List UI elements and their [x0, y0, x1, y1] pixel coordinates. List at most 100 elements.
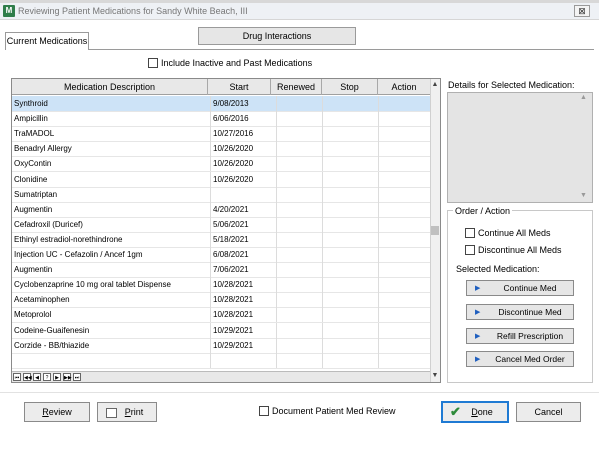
review-button[interactable]: Review: [24, 402, 90, 422]
cell-renewed: [271, 352, 323, 368]
done-button[interactable]: ✔ Done: [441, 401, 509, 423]
document-review-checkbox[interactable]: [259, 406, 269, 416]
cell-renewed: [271, 126, 323, 142]
discontinue-med-button[interactable]: ▶ Discontinue Med: [466, 304, 574, 320]
details-textbox[interactable]: [447, 92, 593, 203]
column-header-start[interactable]: Start: [208, 79, 271, 95]
table-row[interactable]: Corzide - BB/thiazide 10/29/2021: [12, 337, 430, 354]
cell-stop: [322, 322, 379, 338]
tab-current-medications[interactable]: Current Medications: [5, 32, 89, 50]
cell-start: 4/20/2021: [208, 201, 277, 217]
checkmark-icon: ✔: [450, 404, 461, 419]
details-label: Details for Selected Medication:: [448, 80, 575, 90]
cell-stop: [322, 111, 379, 127]
column-header-description[interactable]: Medication Description: [12, 79, 208, 95]
table-row[interactable]: Synthroid 9/08/2013: [12, 96, 430, 112]
cancel-button[interactable]: Cancel: [516, 402, 581, 422]
cell-start: 10/26/2020: [208, 141, 277, 157]
cell-renewed: [271, 186, 323, 202]
table-row[interactable]: Codeine-Guaifenesin 10/29/2021: [12, 322, 430, 339]
discontinue-med-label: Discontinue Med: [498, 307, 562, 317]
column-header-renewed[interactable]: Renewed: [271, 79, 322, 95]
table-row[interactable]: Cefadroxil (Duricef) 5/06/2021: [12, 216, 430, 233]
table-row[interactable]: Clonidine 10/26/2020: [12, 171, 430, 188]
play-icon: ▶: [475, 285, 481, 292]
cell-start: 6/08/2021: [208, 247, 277, 262]
cell-action: [378, 232, 430, 247]
table-row[interactable]: TraMADOL 10/27/2016: [12, 126, 430, 143]
cell-action: [378, 307, 430, 322]
table-row[interactable]: Sumatriptan: [12, 186, 430, 203]
continue-all-label: Continue All Meds: [478, 228, 551, 238]
next-page-icon[interactable]: ▶▶: [63, 373, 72, 381]
table-row[interactable]: Augmentin 4/20/2021: [12, 201, 430, 218]
next-record-icon[interactable]: ▶: [53, 373, 61, 381]
cell-stop: [322, 171, 379, 187]
prev-record-icon[interactable]: ◀: [33, 373, 41, 381]
grid-rows: Synthroid 9/08/2013 Ampicillin 6/06/2016 Tra…: [12, 96, 430, 370]
continue-med-label: Continue Med: [503, 283, 557, 293]
table-row[interactable]: Benadryl Allergy 10/26/2020: [12, 141, 430, 158]
details-scroll-up-icon[interactable]: ▲: [580, 94, 587, 101]
cell-action: [378, 172, 430, 187]
cell-stop: [322, 186, 379, 202]
cell-stop: [322, 96, 379, 111]
table-row[interactable]: Augmentin 7/06/2021: [12, 262, 430, 279]
table-row[interactable]: Ampicillin 6/06/2016: [12, 111, 430, 128]
cell-stop: [322, 247, 379, 262]
details-scroll-down-icon[interactable]: ▼: [580, 192, 587, 199]
play-icon: ▶: [475, 333, 481, 340]
table-row[interactable]: Injection UC - Cefazolin / Ancef 1gm 6/08…: [12, 247, 430, 263]
cell-start: 9/08/2013: [208, 96, 277, 111]
last-page-icon[interactable]: ⏭: [73, 373, 81, 381]
table-row[interactable]: Cyclobenzaprine 10 mg oral tablet Dispen…: [12, 277, 430, 294]
cell-action: [378, 96, 430, 111]
continue-med-button[interactable]: ▶ Continue Med: [466, 280, 574, 296]
cell-action: [378, 187, 430, 202]
refill-prescription-button[interactable]: ▶ Refill Prescription: [466, 328, 574, 344]
play-icon: ▶: [475, 356, 481, 363]
cell-start: 10/29/2021: [208, 322, 277, 338]
first-page-icon[interactable]: ⏮: [13, 373, 21, 381]
prev-page-icon[interactable]: ◀◀: [23, 373, 32, 381]
cell-start: 10/29/2021: [208, 337, 277, 353]
cancel-med-order-button[interactable]: ▶ Cancel Med Order: [466, 351, 574, 367]
help-icon[interactable]: ?: [43, 373, 51, 381]
column-header-action[interactable]: Action: [378, 79, 430, 95]
discontinue-all-checkbox[interactable]: [465, 245, 475, 255]
app-icon: M: [3, 5, 15, 17]
tab-drug-interactions[interactable]: Drug Interactions: [198, 27, 356, 45]
cell-renewed: [271, 96, 323, 111]
discontinue-all-label: Discontinue All Meds: [478, 245, 562, 255]
scroll-up-icon[interactable]: ▲: [430, 81, 440, 91]
cell-renewed: [271, 322, 323, 338]
table-row[interactable]: OxyContin 10/26/2020: [12, 156, 430, 173]
cell-stop: [322, 307, 379, 323]
cell-renewed: [271, 156, 323, 172]
table-row[interactable]: [12, 352, 430, 369]
cell-renewed: [271, 201, 323, 217]
print-button[interactable]: Print: [97, 402, 157, 422]
include-inactive-checkbox[interactable]: [148, 58, 158, 68]
table-row[interactable]: Metoprolol 10/28/2021: [12, 307, 430, 324]
cell-stop: [322, 337, 379, 353]
cell-start: 10/26/2020: [208, 171, 277, 187]
scroll-down-icon[interactable]: ▼: [430, 372, 440, 382]
cell-action: [378, 126, 430, 141]
cell-start: 5/06/2021: [208, 216, 277, 232]
table-row[interactable]: Acetaminophen 10/28/2021: [12, 292, 430, 309]
cell-stop: [322, 231, 379, 247]
continue-all-checkbox[interactable]: [465, 228, 475, 238]
cell-start: 5/18/2021: [208, 231, 277, 247]
scroll-thumb[interactable]: [431, 226, 439, 235]
column-header-stop[interactable]: Stop: [322, 79, 378, 95]
close-button[interactable]: ⊠: [574, 5, 590, 17]
footer-divider: [0, 392, 599, 393]
cell-renewed: [271, 277, 323, 293]
cell-action: [378, 156, 430, 171]
cell-stop: [322, 156, 379, 172]
cell-description: [12, 352, 211, 368]
table-row[interactable]: Ethinyl estradiol-norethindrone 5/18/2021: [12, 231, 430, 248]
cell-stop: [322, 216, 379, 232]
cell-stop: [322, 201, 379, 217]
